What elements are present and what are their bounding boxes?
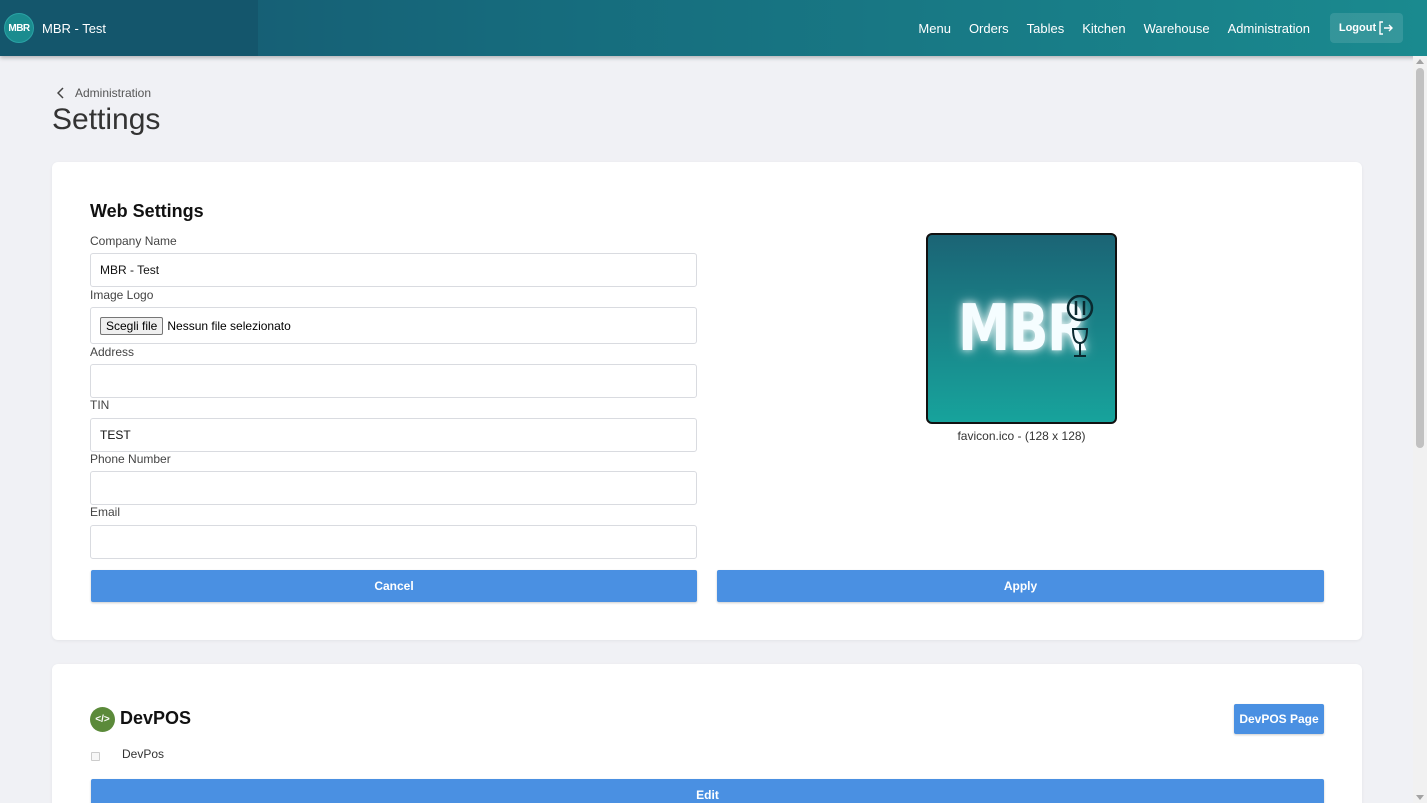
- company-name-input[interactable]: MBR - Test: [90, 253, 697, 287]
- logo-preview-caption: favicon.ico - (128 x 128): [957, 429, 1086, 443]
- scroll-down-icon[interactable]: [1416, 795, 1424, 800]
- brand[interactable]: MBR MBR - Test: [0, 0, 258, 56]
- choose-file-button[interactable]: Scegli file: [100, 316, 164, 335]
- scroll-up-icon[interactable]: [1416, 59, 1424, 64]
- nav-tables[interactable]: Tables: [1027, 21, 1065, 36]
- phone-input[interactable]: [90, 471, 697, 505]
- brand-logo-icon: MBR: [4, 13, 34, 43]
- code-icon: </>: [90, 707, 115, 732]
- breadcrumb[interactable]: Administration: [57, 86, 151, 100]
- cutlery-wine-icon: [1066, 295, 1094, 357]
- cancel-button[interactable]: Cancel: [91, 570, 697, 602]
- page-title: Settings: [52, 103, 161, 136]
- devpos-checkbox-label: DevPos: [122, 747, 165, 761]
- address-input[interactable]: [90, 364, 697, 398]
- scroll-thumb[interactable]: [1416, 68, 1424, 448]
- nav-menu[interactable]: Menu: [918, 21, 951, 36]
- company-name-label: Company Name: [90, 234, 177, 248]
- edit-button[interactable]: Edit: [91, 779, 1324, 803]
- devpos-title: DevPOS: [120, 708, 192, 728]
- tin-value: TEST: [100, 428, 131, 442]
- top-navbar: MBR MBR - Test Menu Orders Tables Kitche…: [0, 0, 1427, 56]
- web-settings-title: Web Settings: [90, 201, 204, 221]
- file-status: Nessun file selezionato: [167, 318, 291, 333]
- main-nav: Menu Orders Tables Kitchen Warehouse Adm…: [900, 0, 1403, 56]
- email-label: Email: [90, 505, 121, 519]
- address-label: Address: [90, 345, 135, 359]
- logout-icon: [1379, 21, 1394, 35]
- brand-name: MBR - Test: [42, 20, 107, 36]
- nav-orders[interactable]: Orders: [969, 21, 1009, 36]
- logo-preview-image: MBR: [926, 233, 1117, 424]
- page-scrollbar[interactable]: [1413, 56, 1427, 803]
- image-logo-input[interactable]: Scegli file Nessun file selezionato: [90, 307, 697, 344]
- chevron-left-icon: [57, 87, 64, 99]
- tin-input[interactable]: TEST: [90, 418, 697, 452]
- devpos-card: </> DevPOS DevPOS Page DevPos Edit: [52, 664, 1362, 803]
- company-name-value: MBR - Test: [100, 263, 160, 277]
- email-input[interactable]: [90, 525, 697, 559]
- logout-label: Logout: [1338, 22, 1377, 34]
- nav-administration[interactable]: Administration: [1228, 21, 1310, 36]
- web-settings-card: Web Settings Company Name MBR - Test Ima…: [52, 162, 1362, 640]
- apply-button[interactable]: Apply: [717, 570, 1324, 602]
- tin-label: TIN: [90, 398, 110, 412]
- nav-warehouse[interactable]: Warehouse: [1144, 21, 1210, 36]
- logout-button[interactable]: Logout: [1330, 13, 1403, 43]
- devpos-checkbox[interactable]: [91, 752, 100, 761]
- image-logo-label: Image Logo: [90, 288, 154, 302]
- breadcrumb-administration[interactable]: Administration: [75, 86, 151, 100]
- nav-kitchen[interactable]: Kitchen: [1082, 21, 1125, 36]
- devpos-page-button[interactable]: DevPOS Page: [1234, 704, 1324, 734]
- phone-label: Phone Number: [90, 452, 171, 466]
